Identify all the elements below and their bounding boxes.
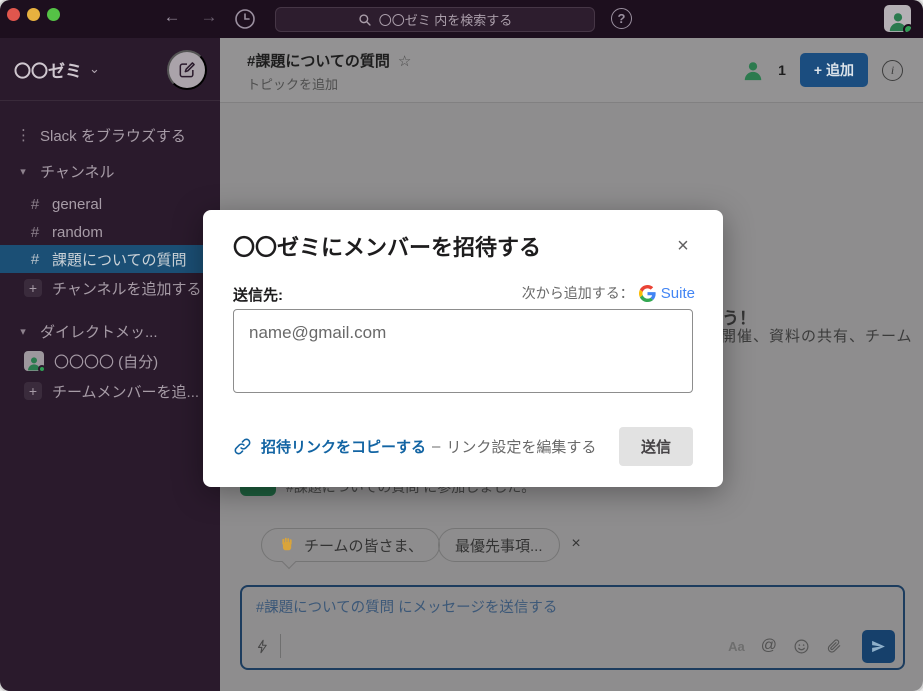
invite-email-input[interactable] (233, 309, 693, 393)
sidebar-section-dms[interactable]: ▾ ダイレクトメッ... (0, 318, 220, 344)
sidebar-item-channel-random[interactable]: # random (0, 219, 220, 245)
message-composer[interactable]: #課題についての質問 にメッセージを送信する Aa @ (240, 585, 905, 670)
plus-icon: + (24, 382, 42, 400)
channel-label: general (52, 196, 102, 213)
presence-dot (38, 365, 46, 373)
emoji-button[interactable] (793, 638, 810, 655)
sidebar-section-channels[interactable]: ▾ チャンネル (0, 158, 220, 184)
link-separator: – (432, 438, 440, 455)
suggestion-pill-priority[interactable]: 最優先事項... (438, 528, 560, 562)
link-chain-icon (233, 437, 252, 456)
add-member-label: チームメンバーを追... (52, 381, 199, 402)
pill-label: チームの皆さま、 (304, 535, 423, 556)
add-topic-link[interactable]: トピックを追加 (247, 74, 338, 93)
copy-invite-link[interactable]: 招待リンクをコピーする (233, 436, 426, 457)
history-clock-icon[interactable] (233, 7, 257, 31)
invite-modal: 〇〇ゼミにメンバーを招待する × 送信先: 次から追加する： Suite 招待リ… (203, 210, 723, 487)
members-icon[interactable] (742, 59, 764, 81)
sidebar-item-add-member[interactable]: + チームメンバーを追... (0, 378, 220, 404)
add-channel-label: チャンネルを追加する (52, 278, 202, 299)
search-icon (358, 13, 372, 27)
star-icon[interactable]: ☆ (398, 53, 411, 70)
channel-title: #課題についての質問 ☆ (247, 50, 411, 71)
welcome-text-fragment: 開催、資料の共有、チーム (721, 325, 913, 346)
workspace-header[interactable]: 〇〇ゼミ ⌄ (0, 38, 220, 101)
channel-title-text: #課題についての質問 (247, 53, 390, 70)
dm-user-label: 〇〇〇〇 (自分) (54, 351, 158, 372)
copy-link-label: 招待リンクをコピーする (261, 436, 426, 457)
traffic-light-close[interactable] (7, 8, 20, 21)
close-icon[interactable]: × (669, 232, 697, 260)
add-from-gsuite[interactable]: 次から追加する： Suite (522, 283, 695, 303)
add-member-button[interactable]: + 追加 (800, 53, 868, 87)
suggestion-pill-greeting[interactable]: チームの皆さま、 (261, 528, 440, 562)
slack-window: ← → 〇〇ゼミ 内を検索する ? 〇〇ゼミ (0, 0, 923, 691)
channels-header-label: チャンネル (40, 161, 115, 182)
add-from-label: 次から追加する： (522, 283, 634, 303)
traffic-light-minimize[interactable] (27, 8, 40, 21)
sidebar: 〇〇ゼミ ⌄ ⋮ Slack をブラウズする ▾ チャンネル # general… (0, 38, 220, 691)
search-placeholder: 〇〇ゼミ 内を検索する (379, 10, 513, 29)
browse-label: Slack をブラウズする (40, 125, 186, 146)
sidebar-item-channel-selected[interactable]: # 課題についての質問 (0, 245, 220, 273)
hash-icon: # (28, 224, 42, 241)
dots-icon: ⋮ (16, 126, 30, 144)
modal-title: 〇〇ゼミにメンバーを招待する (233, 230, 541, 262)
question-icon: ? (618, 11, 626, 26)
channel-header: #課題についての質問 ☆ トピックを追加 1 + 追加 i (220, 38, 923, 103)
pill-label: 最優先事項... (455, 535, 543, 556)
send-invite-button[interactable]: 送信 (619, 427, 693, 466)
channel-label: 課題についての質問 (52, 249, 187, 270)
hash-icon: # (28, 251, 42, 268)
shortcuts-lightning-icon[interactable] (250, 639, 274, 654)
attach-paperclip-icon[interactable] (826, 638, 842, 654)
search-input[interactable]: 〇〇ゼミ 内を検索する (275, 7, 595, 32)
workspace-name: 〇〇ゼミ (14, 57, 82, 82)
member-count[interactable]: 1 (778, 62, 786, 78)
sidebar-item-dm-self[interactable]: 〇〇〇〇 (自分) (0, 348, 220, 374)
forward-arrow-icon[interactable]: → (197, 7, 221, 27)
wave-hand-icon (278, 536, 296, 554)
sidebar-item-add-channel[interactable]: + チャンネルを追加する (0, 275, 220, 301)
dismiss-pills-button[interactable]: × (566, 535, 586, 553)
format-aa-button[interactable]: Aa (728, 639, 745, 654)
user-avatar[interactable] (884, 5, 911, 32)
plus-icon: + (24, 279, 42, 297)
traffic-light-zoom[interactable] (47, 8, 60, 21)
presence-dot (903, 24, 911, 32)
section-chevron-icon: ▾ (16, 165, 30, 178)
composer-placeholder: #課題についての質問 にメッセージを送信する (256, 596, 557, 617)
google-logo-icon (639, 285, 656, 302)
chevron-down-icon: ⌄ (89, 61, 100, 77)
mention-button[interactable]: @ (761, 637, 777, 655)
sidebar-item-browse[interactable]: ⋮ Slack をブラウズする (0, 122, 220, 148)
send-message-button[interactable] (862, 630, 895, 663)
info-button[interactable]: i (882, 60, 903, 81)
pill-tail (282, 555, 296, 569)
dm-header-label: ダイレクトメッ... (40, 321, 158, 342)
help-button[interactable]: ? (611, 8, 632, 29)
hash-icon: # (28, 196, 42, 213)
composer-divider (280, 634, 281, 658)
info-icon: i (891, 63, 894, 78)
sidebar-item-channel-general[interactable]: # general (0, 191, 220, 217)
recipient-label: 送信先: (233, 284, 283, 305)
section-chevron-icon: ▾ (16, 325, 30, 338)
channel-label: random (52, 224, 103, 241)
edit-link-settings[interactable]: リンク設定を編集する (446, 436, 596, 457)
compose-pencil-icon (177, 60, 197, 80)
back-arrow-icon[interactable]: ← (160, 7, 184, 27)
compose-button[interactable] (167, 50, 207, 90)
send-plane-icon (870, 638, 887, 655)
suite-label: Suite (661, 285, 695, 302)
top-bar: ← → 〇〇ゼミ 内を検索する ? (0, 0, 923, 38)
dm-avatar (24, 351, 44, 371)
